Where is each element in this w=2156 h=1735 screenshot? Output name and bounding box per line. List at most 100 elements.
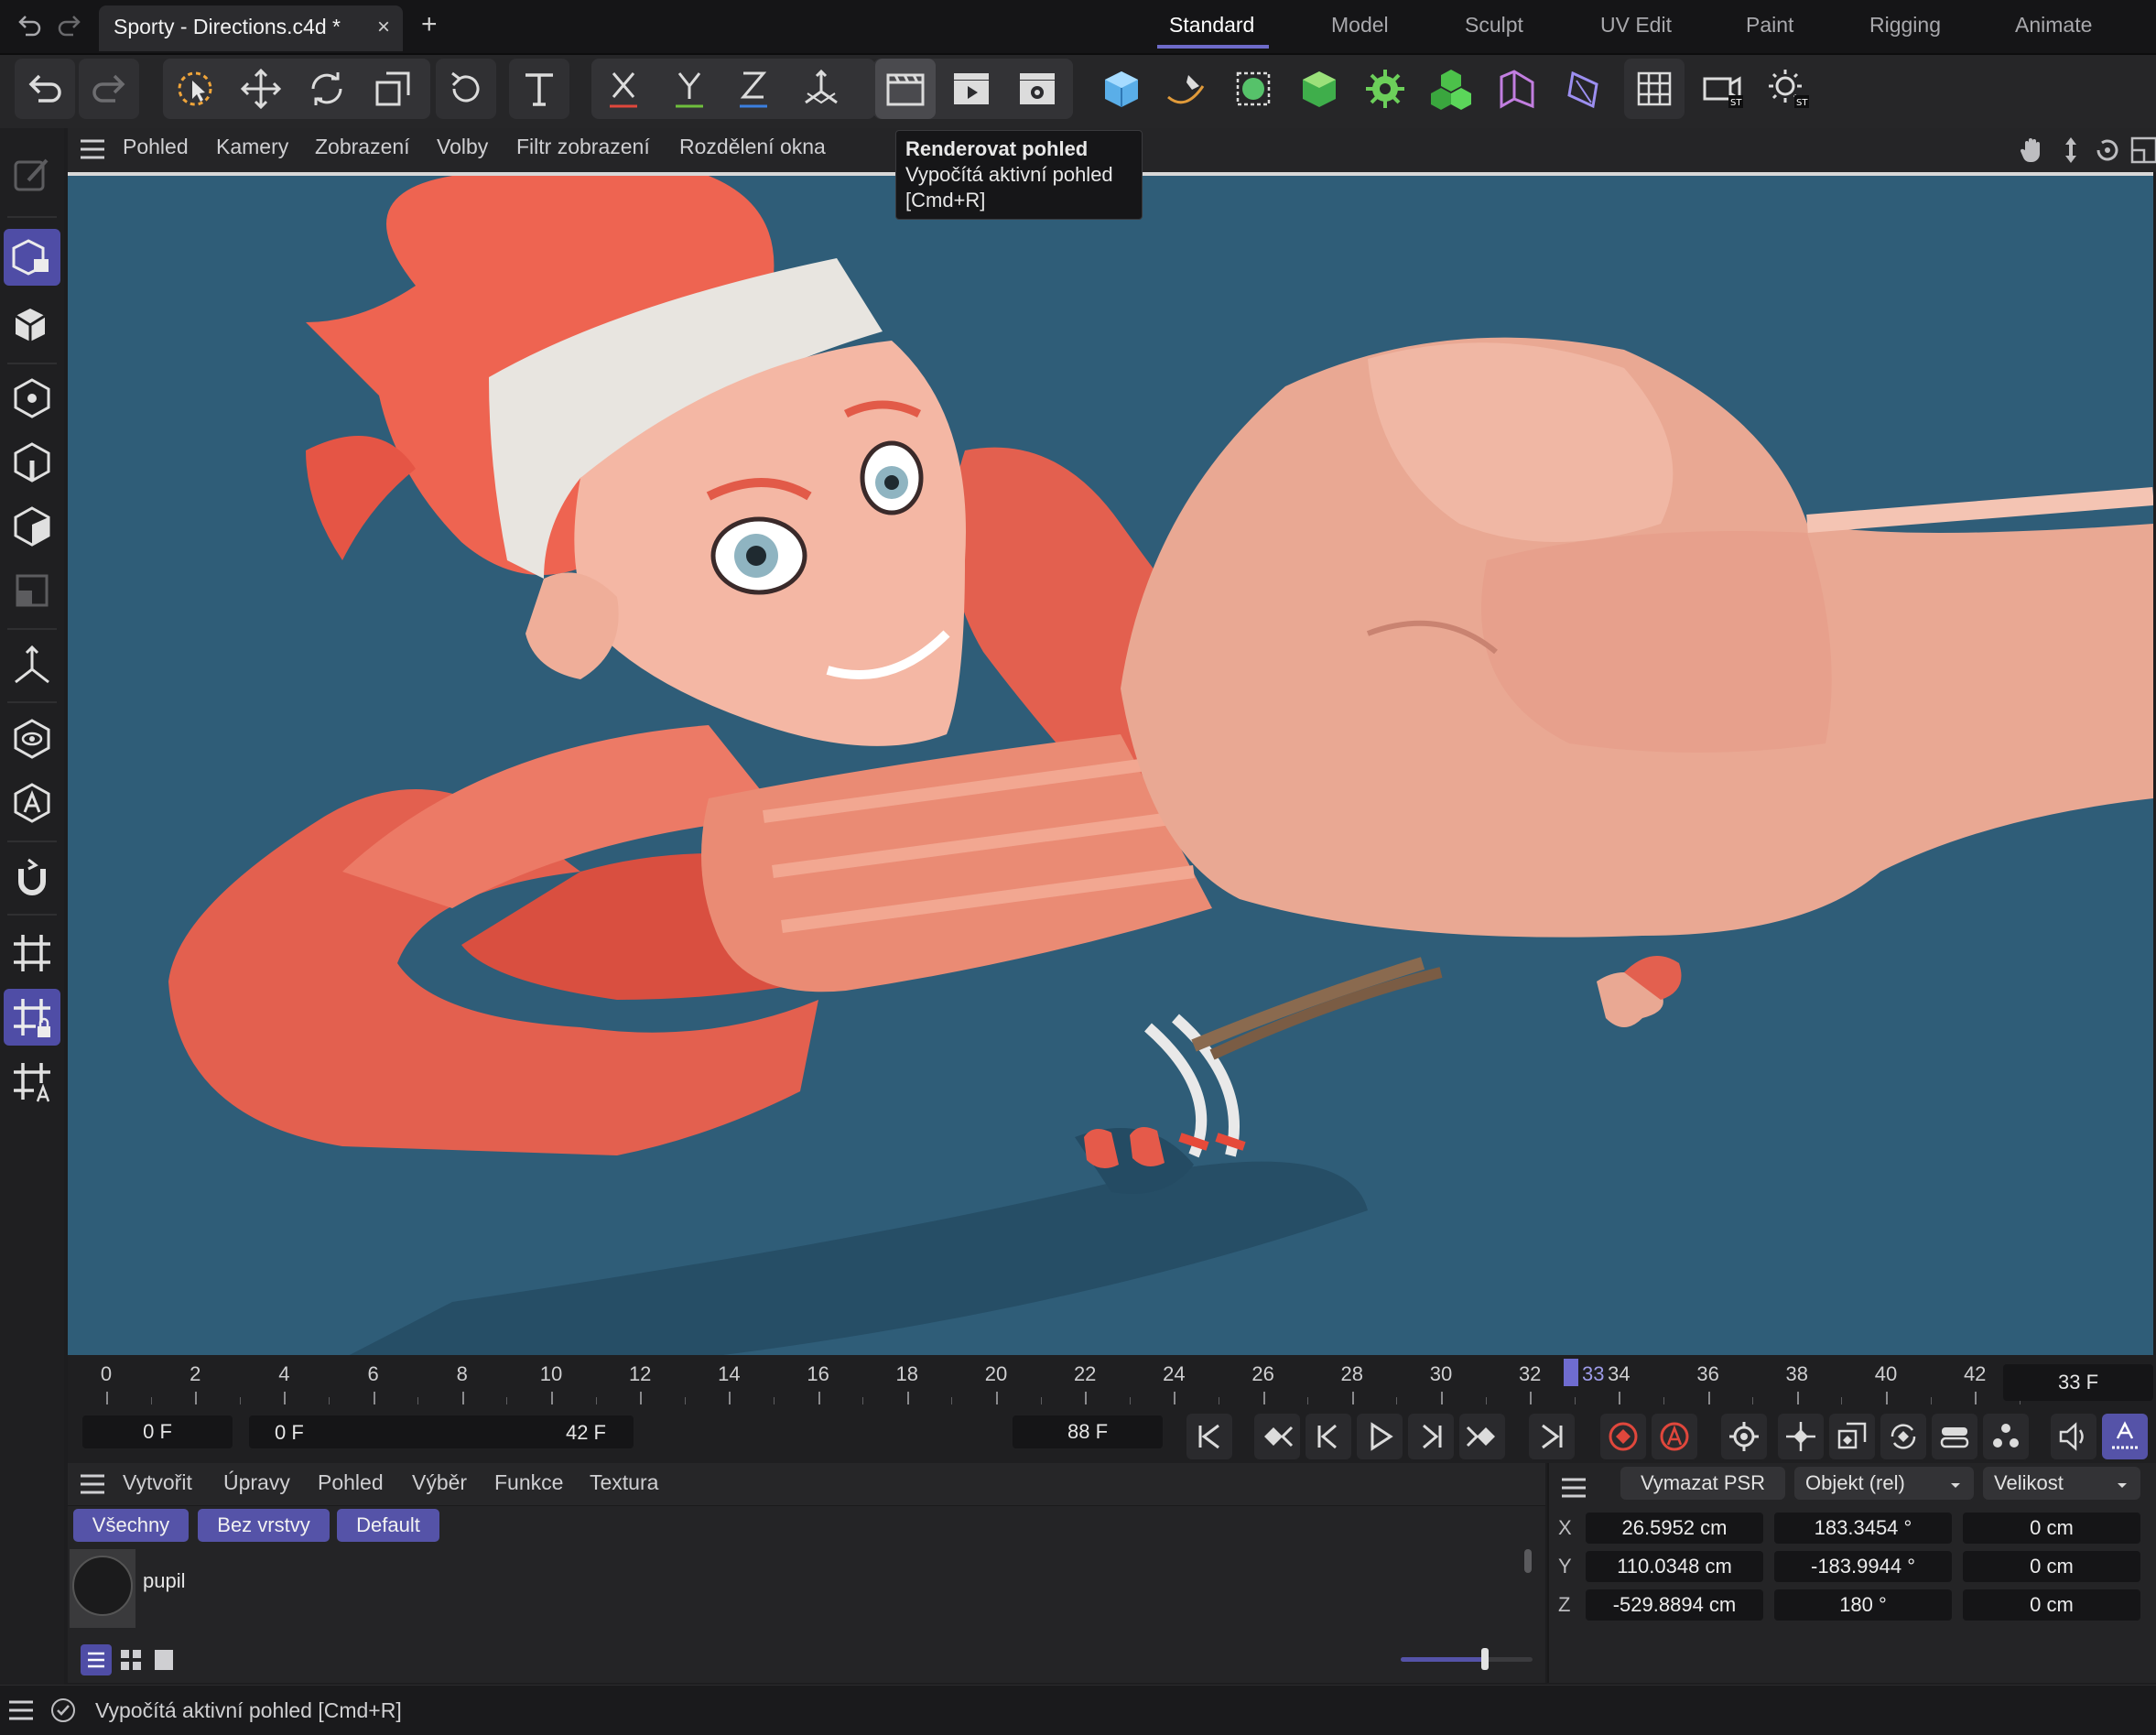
max-frame-field[interactable]: 88 F (1013, 1415, 1163, 1448)
record-parameters-button[interactable] (1932, 1414, 1977, 1459)
menu-edit[interactable]: Úpravy (223, 1470, 290, 1495)
material-thumbnail[interactable] (70, 1549, 135, 1628)
size-mode-select[interactable]: Velikost (1983, 1467, 2140, 1500)
points-mode-button[interactable] (4, 370, 60, 427)
3d-viewport[interactable] (68, 172, 2153, 1359)
workspace-sculpt[interactable]: Sculpt (1465, 13, 1523, 38)
filter-no-layer[interactable]: Bez vrstvy (198, 1509, 330, 1542)
menu-filter[interactable]: Filtr zobrazení (516, 135, 650, 159)
current-frame-field[interactable]: 33 F (2003, 1364, 2153, 1401)
deformer-button[interactable] (1487, 59, 1547, 119)
light-st-button[interactable]: ST (1758, 59, 1818, 119)
axis-mode-button[interactable] (4, 637, 60, 694)
large-view-button[interactable] (148, 1644, 179, 1675)
slider-handle[interactable] (1481, 1648, 1489, 1670)
position-x-field[interactable]: 26.5952 cm (1586, 1513, 1763, 1544)
autokeying-button[interactable] (1652, 1414, 1697, 1459)
keyframe-selection-button[interactable] (1721, 1414, 1767, 1459)
sound-button[interactable] (2051, 1414, 2096, 1459)
position-z-field[interactable]: -529.8894 cm (1586, 1589, 1763, 1621)
x-axis-lock-button[interactable] (593, 59, 654, 119)
size-z-field[interactable]: 0 cm (1963, 1589, 2140, 1621)
scale-tool-button[interactable] (363, 59, 423, 119)
snapping-button[interactable] (4, 850, 60, 906)
edit-mode-button[interactable] (4, 146, 60, 203)
thumbnail-size-slider[interactable] (1401, 1648, 1533, 1670)
live-selection-button[interactable] (165, 59, 225, 119)
undo-button[interactable] (15, 59, 75, 119)
workspace-paint[interactable]: Paint (1746, 13, 1793, 38)
workspace-animate[interactable]: Animate (2015, 13, 2092, 38)
next-key-button[interactable] (1459, 1414, 1505, 1459)
menu-create[interactable]: Vytvořit (123, 1470, 192, 1495)
timeline-mode-button[interactable] (2102, 1414, 2148, 1459)
play-button[interactable] (1357, 1414, 1403, 1459)
undo-history-icon[interactable] (15, 11, 44, 45)
model-mode-button[interactable] (4, 229, 60, 286)
dolly-arrows-icon[interactable] (2056, 136, 2086, 169)
timeline-playhead[interactable] (1564, 1359, 1578, 1386)
menu-cameras[interactable]: Kamery (216, 135, 288, 159)
workspace-uv-edit[interactable]: UV Edit (1600, 13, 1672, 38)
orbit-icon[interactable] (2093, 136, 2122, 169)
close-tab-icon[interactable]: × (377, 15, 390, 40)
size-y-field[interactable]: 0 cm (1963, 1551, 2140, 1582)
previous-frame-button[interactable] (1306, 1414, 1351, 1459)
auto-mode-button[interactable] (4, 775, 60, 831)
menu-view[interactable]: Pohled (123, 135, 189, 159)
auto-workplane-button[interactable] (4, 1053, 60, 1110)
previous-key-button[interactable] (1254, 1414, 1300, 1459)
rotation-b-field[interactable]: 180 ° (1774, 1589, 1952, 1621)
coordinate-mode-select[interactable]: Objekt (rel) (1794, 1467, 1974, 1500)
camera-st-button[interactable]: ST (1692, 59, 1752, 119)
polygon-grid-button[interactable] (1624, 59, 1685, 119)
size-x-field[interactable]: 0 cm (1963, 1513, 2140, 1544)
coordinate-system-button[interactable] (791, 59, 851, 119)
list-view-button[interactable] (81, 1644, 112, 1675)
polygons-mode-button[interactable] (4, 498, 60, 555)
menu-panel[interactable]: Rozdělení okna (679, 135, 826, 159)
menu-functions[interactable]: Funkce (494, 1470, 563, 1495)
hamburger-menu-icon[interactable] (79, 1472, 106, 1501)
scrollbar[interactable] (1524, 1549, 1532, 1573)
spline-pen-button[interactable] (1155, 59, 1216, 119)
workplane-button[interactable] (4, 925, 60, 981)
filter-all[interactable]: Všechny (73, 1509, 189, 1542)
rotation-h-field[interactable]: 183.3454 ° (1774, 1513, 1952, 1544)
new-tab-icon[interactable]: + (421, 9, 438, 40)
z-axis-lock-button[interactable] (723, 59, 784, 119)
menu-view[interactable]: Pohled (318, 1470, 384, 1495)
filter-default[interactable]: Default (337, 1509, 439, 1542)
solo-mode-button[interactable] (4, 710, 60, 767)
preview-range-slider[interactable]: 0 F 42 F (249, 1415, 634, 1448)
extrude-generator-button[interactable] (1289, 59, 1349, 119)
mograph-button[interactable] (1421, 59, 1481, 119)
workspace-rigging[interactable]: Rigging (1869, 13, 1941, 38)
menu-options[interactable]: Volby (437, 135, 488, 159)
hamburger-menu-icon[interactable] (7, 1698, 35, 1727)
cube-primitive-button[interactable] (1091, 59, 1152, 119)
record-position-button[interactable] (1778, 1414, 1824, 1459)
render-view-button[interactable] (875, 59, 936, 119)
subdivision-surface-button[interactable] (1223, 59, 1284, 119)
pan-hand-icon[interactable] (2018, 136, 2047, 169)
rotation-p-field[interactable]: -183.9944 ° (1774, 1551, 1952, 1582)
material-name[interactable]: pupil (143, 1569, 185, 1593)
next-frame-button[interactable] (1408, 1414, 1454, 1459)
grid-view-button[interactable] (115, 1644, 146, 1675)
position-y-field[interactable]: 110.0348 cm (1586, 1551, 1763, 1582)
go-to-end-button[interactable] (1529, 1414, 1575, 1459)
menu-display[interactable]: Zobrazení (315, 135, 410, 159)
menu-texture[interactable]: Textura (590, 1470, 658, 1495)
timeline-ruler[interactable]: 0 2 4 6 8 10 12 14 16 18 20 22 24 26 28 30 32 34 36 38 40 42 … (68, 1355, 2156, 1412)
redo-history-icon[interactable] (55, 11, 84, 45)
cloner-button[interactable] (1355, 59, 1415, 119)
record-active-objects-button[interactable] (1600, 1414, 1646, 1459)
redo-button[interactable] (79, 59, 139, 119)
recent-tool-button[interactable] (436, 59, 496, 119)
hamburger-menu-icon[interactable] (1560, 1476, 1587, 1504)
render-to-picture-viewer-button[interactable] (941, 59, 1002, 119)
workspace-standard[interactable]: Standard (1169, 13, 1254, 38)
record-rotation-button[interactable] (1880, 1414, 1926, 1459)
clear-psr-button[interactable]: Vymazat PSR (1620, 1467, 1785, 1500)
